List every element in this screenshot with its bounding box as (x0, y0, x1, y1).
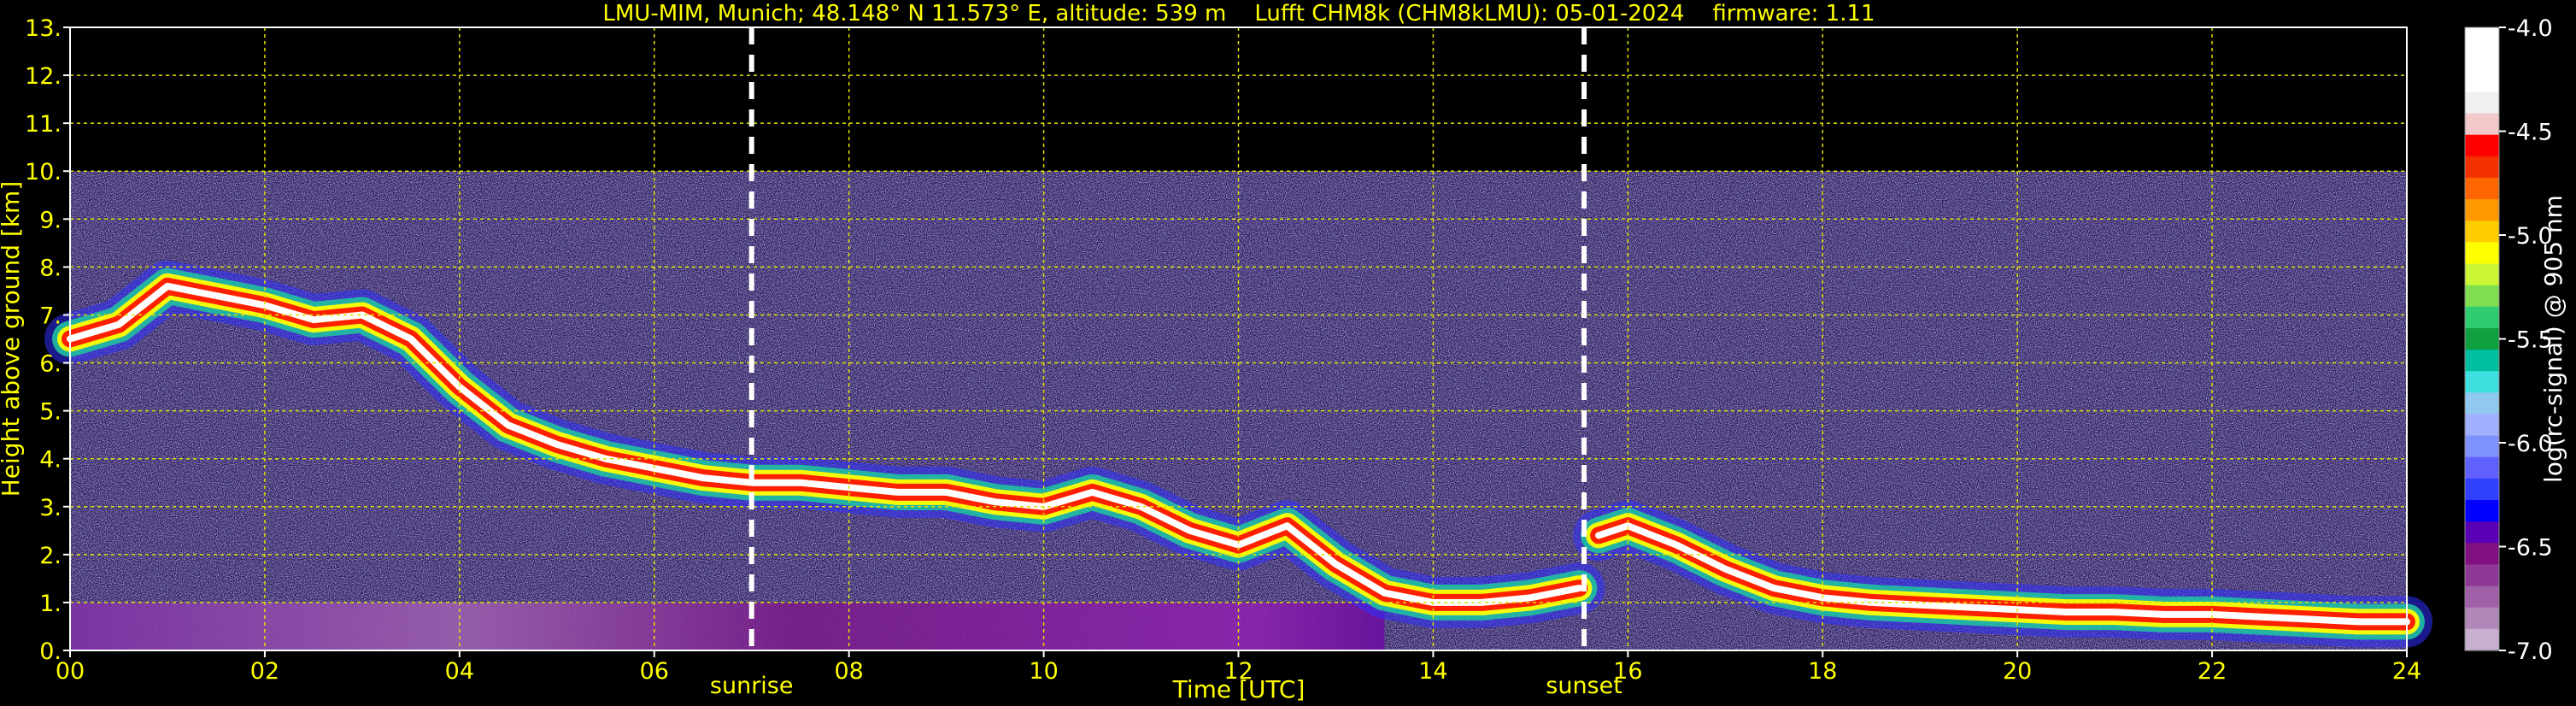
signal-layer-0-point (554, 441, 560, 447)
y-tick-label: 12. (25, 63, 62, 90)
colorbar-tick-label: -4.0 (2508, 15, 2553, 42)
signal-layer-1-point (2063, 609, 2069, 615)
signal-layer-0-point (1284, 523, 1290, 529)
y-axis-label: Height above ground [km] (0, 181, 25, 497)
colorbar-swatch (2465, 27, 2499, 50)
colorbar-swatch (2465, 435, 2499, 458)
signal-layer-0-point (895, 489, 901, 495)
x-tick-label: 08 (834, 658, 863, 685)
y-tick-label: 0. (39, 638, 62, 665)
x-tick-label: 06 (640, 658, 669, 685)
signal-layer-0-point (700, 475, 706, 481)
colorbar-swatch (2465, 414, 2499, 437)
x-tick-label: 14 (1418, 658, 1447, 685)
x-tick-label: 20 (2003, 658, 2032, 685)
signal-layer-0-point (408, 336, 414, 342)
colorbar-swatch (2465, 263, 2499, 286)
signal-layer-0-point (310, 317, 316, 323)
signal-layer-0-point (1382, 590, 1388, 596)
y-tick-label: 7. (39, 303, 62, 329)
colorbar-swatch (2465, 285, 2499, 308)
signal-layer-0-point (1187, 527, 1193, 533)
near-ground-aerosol-band (70, 602, 1385, 650)
colorbar-swatch (2465, 350, 2499, 372)
colorbar-tick-label: -6.5 (2508, 535, 2553, 562)
x-tick-label: 22 (2198, 658, 2227, 685)
colorbar-swatch (2465, 199, 2499, 221)
colorbar-swatch (2465, 113, 2499, 136)
colorbar-label: log(rc-signal) @ 905 nm (2539, 195, 2567, 483)
signal-layer-0-point (1576, 585, 1582, 591)
colorbar-swatch (2465, 156, 2499, 179)
colorbar-swatch (2465, 70, 2499, 93)
colorbar-swatch (2465, 221, 2499, 243)
y-tick-label: 2. (39, 543, 62, 569)
y-tick-label: 10. (25, 159, 62, 185)
sunrise-label: sunrise (710, 673, 794, 699)
plot-area (44, 27, 2432, 650)
y-tick-label: 5. (39, 399, 62, 426)
y-tick-label: 4. (39, 447, 62, 474)
x-tick-label: 24 (2392, 658, 2421, 685)
signal-layer-0-point (116, 321, 121, 327)
colorbar-swatch (2465, 478, 2499, 501)
colorbar-tick-label: -4.5 (2508, 120, 2553, 146)
y-tick-label: 8. (39, 255, 62, 281)
signal-layer-1-point (1771, 585, 1777, 591)
colorbar-swatch (2465, 585, 2499, 609)
y-tick-label: 11. (25, 111, 62, 138)
signal-layer-1-point (2112, 609, 2118, 615)
colorbar-swatch (2465, 500, 2499, 522)
signal-layer-1-point (2258, 614, 2264, 620)
colorbar-swatch (2465, 91, 2499, 115)
colorbar-swatch (2465, 371, 2499, 393)
colorbar-swatch (2465, 564, 2499, 587)
signal-layer-0-point (213, 293, 219, 298)
chart-title: LMU-MIM, Munich; 48.148° N 11.573° E, al… (602, 1, 1875, 26)
ceilometer-figure: 00 02 04 06 08 10 12 14 16 18 20 22 24 0. 1. 2. 3. 4. 5. 6.… (0, 0, 2576, 706)
x-tick-label: 04 (445, 658, 474, 685)
colorbar-swatch (2465, 628, 2499, 651)
signal-layer-0-point (1333, 562, 1339, 568)
signal-layer-1-point (2356, 619, 2361, 625)
signal-layer-1-point (1596, 532, 1602, 538)
sunset-label: sunset (1546, 673, 1622, 699)
colorbar-swatch (2465, 177, 2499, 200)
signal-layer-1-point (1722, 566, 1728, 572)
x-tick-label: 02 (250, 658, 279, 685)
signal-layer-1-point (2161, 611, 2167, 617)
ceilometer-chart: 00 02 04 06 08 10 12 14 16 18 20 22 240.1.2.3.4.5.6.… (0, 1, 2567, 703)
colorbar-swatch (2465, 521, 2499, 544)
colorbar-swatch (2465, 49, 2499, 71)
colorbar-swatch (2465, 306, 2499, 329)
x-tick-label: 18 (1808, 658, 1837, 685)
colorbar-swatch (2465, 134, 2499, 157)
x-axis-label: Time [UTC] (1172, 675, 1306, 703)
signal-layer-0-point (165, 283, 170, 289)
colorbar-swatch (2465, 327, 2499, 350)
y-tick-label: 13. (25, 15, 62, 42)
y-tick-label: 3. (39, 495, 62, 521)
y-tick-label: 6. (39, 351, 62, 378)
colorbar-swatch (2465, 543, 2499, 566)
y-tick-label: 1. (39, 591, 62, 617)
signal-layer-1-point (2307, 616, 2312, 622)
x-tick-label: 10 (1029, 658, 1058, 685)
signal-layer-0-point (1089, 489, 1095, 495)
colorbar-swatch (2465, 242, 2499, 265)
y-tick-label: 9. (39, 207, 62, 233)
signal-layer-0-point (505, 422, 511, 428)
colorbar-swatch (2465, 456, 2499, 479)
signal-layer-0-point (797, 479, 803, 485)
signal-layer-0-point (1528, 595, 1534, 601)
signal-layer-1-point (1674, 542, 1680, 548)
signal-layer-0-point (943, 489, 949, 495)
colorbar-swatch (2465, 607, 2499, 630)
signal-layer-0-point (992, 499, 998, 505)
colorbar-tick-label: -7.0 (2508, 638, 2553, 665)
signal-layer-1-point (1966, 604, 1972, 610)
colorbar-swatch (2465, 392, 2499, 415)
